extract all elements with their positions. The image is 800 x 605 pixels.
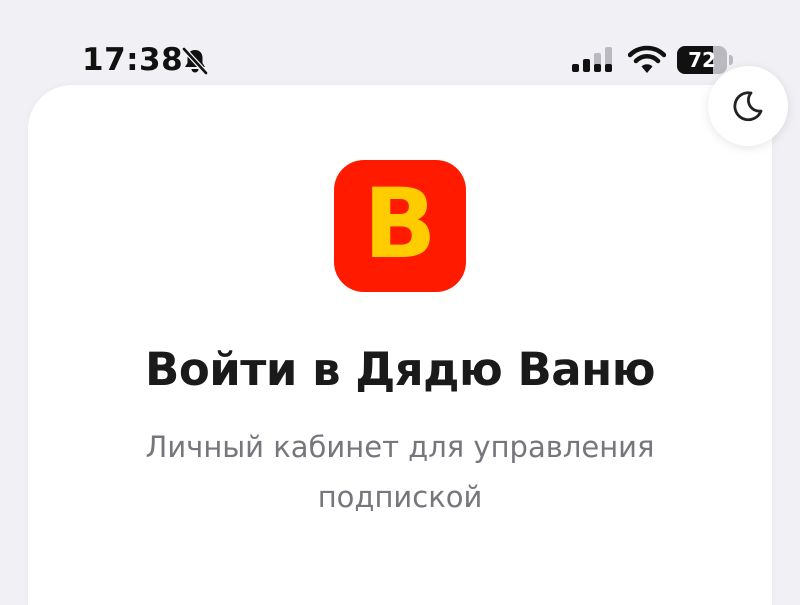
theme-toggle-button[interactable] bbox=[708, 66, 788, 146]
battery-body: 72 bbox=[677, 46, 727, 74]
app-logo-letter: В bbox=[363, 168, 437, 280]
page-title: Войти в Дядю Ваню bbox=[145, 343, 655, 396]
bell-slash-icon bbox=[182, 47, 208, 75]
status-time: 17:38 bbox=[82, 42, 184, 78]
battery-level: 72 bbox=[688, 48, 716, 72]
app-logo: В bbox=[334, 160, 466, 292]
page-subtitle: Личный кабинет для управления подпиской bbox=[145, 430, 655, 514]
status-bar: 17:38 72 bbox=[0, 0, 800, 90]
cellular-signal-icon bbox=[572, 47, 612, 72]
battery-cap bbox=[729, 55, 733, 65]
wifi-icon bbox=[628, 45, 666, 73]
battery-icon: 72 bbox=[677, 46, 735, 74]
moon-icon bbox=[733, 91, 763, 122]
